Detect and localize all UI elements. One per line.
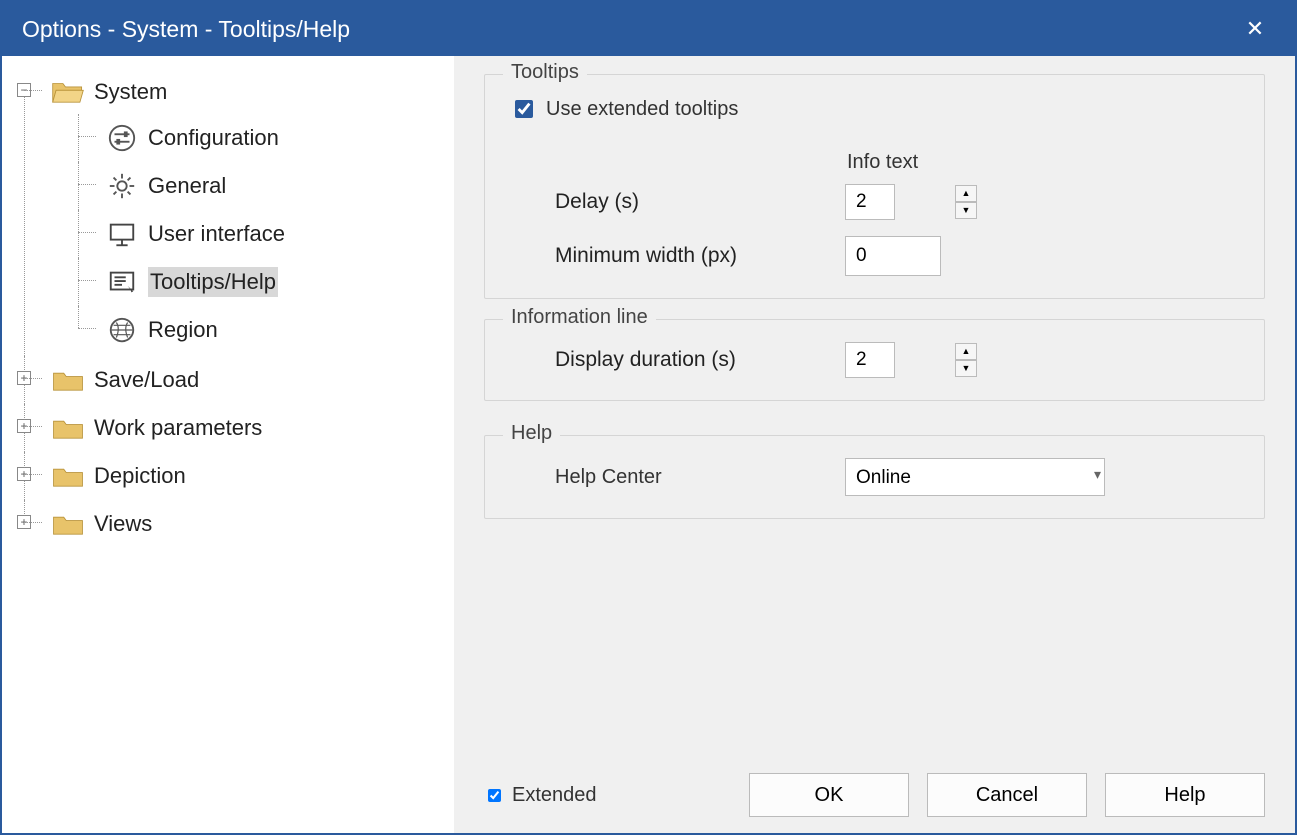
- input-display-duration[interactable]: [845, 342, 895, 378]
- dropdown-help-center[interactable]: Online: [845, 458, 1105, 496]
- folder-icon: [50, 462, 86, 490]
- options-dialog: Options - System - Tooltips/Help ✕ − Sys…: [0, 0, 1297, 835]
- monitor-icon: [104, 220, 140, 248]
- folder-icon: [50, 510, 86, 538]
- tree-node-configuration[interactable]: Configuration: [104, 116, 443, 160]
- options-panel: Tooltips Use extended tooltips Info text…: [454, 56, 1295, 833]
- checkbox-use-extended-tooltips[interactable]: [515, 100, 533, 118]
- tree-node-tooltips-help[interactable]: Tooltips/Help: [104, 260, 443, 304]
- tree-expand-views[interactable]: +: [17, 515, 31, 529]
- folder-icon: [50, 366, 86, 394]
- group-information-line: Information line Display duration (s) ▲ …: [484, 319, 1265, 401]
- titlebar: Options - System - Tooltips/Help ✕: [2, 2, 1295, 56]
- gear-icon: [104, 172, 140, 200]
- label-extended: Extended: [512, 784, 597, 807]
- tree-node-depiction[interactable]: Depiction: [50, 454, 443, 498]
- tree-collapse-system[interactable]: −: [17, 83, 31, 97]
- input-min-width[interactable]: [845, 236, 941, 276]
- spin-up-duration[interactable]: ▲: [955, 343, 977, 360]
- tree-node-user-interface[interactable]: User interface: [104, 212, 443, 256]
- label-min-width: Minimum width (px): [555, 244, 835, 268]
- tree-node-work-parameters[interactable]: Work parameters: [50, 406, 443, 450]
- group-help-legend: Help: [503, 422, 560, 445]
- window-title: Options - System - Tooltips/Help: [22, 16, 1235, 43]
- help-button[interactable]: Help: [1105, 773, 1265, 817]
- spin-down-delay[interactable]: ▼: [955, 202, 977, 219]
- group-help: Help Help Center Online: [484, 435, 1265, 519]
- label-delay: Delay (s): [555, 190, 835, 214]
- tree-node-system[interactable]: System: [50, 70, 443, 114]
- close-icon[interactable]: ✕: [1235, 16, 1275, 42]
- sliders-icon: [104, 124, 140, 152]
- spin-up-delay[interactable]: ▲: [955, 185, 977, 202]
- tree-expand-work-parameters[interactable]: +: [17, 419, 31, 433]
- folder-icon: [50, 414, 86, 442]
- globe-icon: [104, 316, 140, 344]
- cancel-button[interactable]: Cancel: [927, 773, 1087, 817]
- checkbox-extended[interactable]: [488, 789, 501, 802]
- group-tooltips: Tooltips Use extended tooltips Info text…: [484, 74, 1265, 299]
- folder-open-icon: [50, 78, 86, 106]
- spin-down-duration[interactable]: ▼: [955, 360, 977, 377]
- dialog-footer: Extended OK Cancel Help: [484, 763, 1265, 817]
- tooltip-icon: [104, 268, 140, 296]
- options-tree-sidebar: − System: [2, 56, 454, 833]
- tree-expand-save-load[interactable]: +: [17, 371, 31, 385]
- ok-button[interactable]: OK: [749, 773, 909, 817]
- tree-node-region[interactable]: Region: [104, 308, 443, 352]
- label-use-extended-tooltips: Use extended tooltips: [546, 98, 738, 121]
- label-help-center: Help Center: [555, 466, 835, 489]
- dropdown-help-center-wrap: Online: [845, 458, 1115, 496]
- header-info-text: Info text: [845, 151, 983, 174]
- label-display-duration: Display duration (s): [555, 348, 835, 372]
- tree-node-views[interactable]: Views: [50, 502, 443, 546]
- tree-node-save-load[interactable]: Save/Load: [50, 358, 443, 402]
- group-tooltips-legend: Tooltips: [503, 61, 587, 84]
- input-delay[interactable]: [845, 184, 895, 220]
- tree-expand-depiction[interactable]: +: [17, 467, 31, 481]
- options-tree: − System: [24, 68, 443, 548]
- tree-node-general[interactable]: General: [104, 164, 443, 208]
- group-information-line-legend: Information line: [503, 306, 656, 329]
